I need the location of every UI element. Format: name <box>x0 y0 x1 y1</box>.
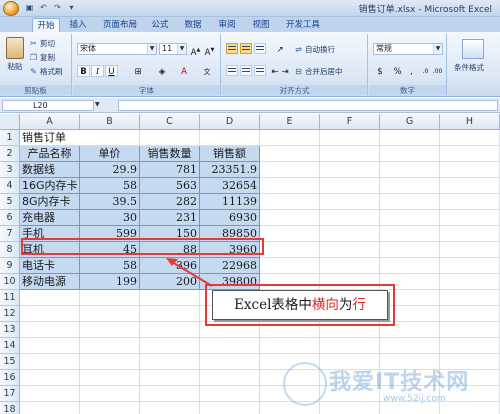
annotation-highlight-row: 行 <box>352 297 366 313</box>
watermark-logo-icon <box>283 362 327 406</box>
annotation-prefix: Excel表格中 <box>234 297 312 313</box>
watermark-url: www.52ij.com <box>383 394 446 404</box>
watermark: 我爱IT技术网 www.52ij.com <box>283 360 495 410</box>
watermark-text: 我爱IT技术网 <box>329 370 470 395</box>
callout-arrow <box>166 258 213 287</box>
annotation-highlight-horizontal: 横向 <box>311 297 339 313</box>
annotation-callout: Excel表格中横向为行 <box>212 290 388 320</box>
annotation-middle: 为 <box>338 297 353 313</box>
